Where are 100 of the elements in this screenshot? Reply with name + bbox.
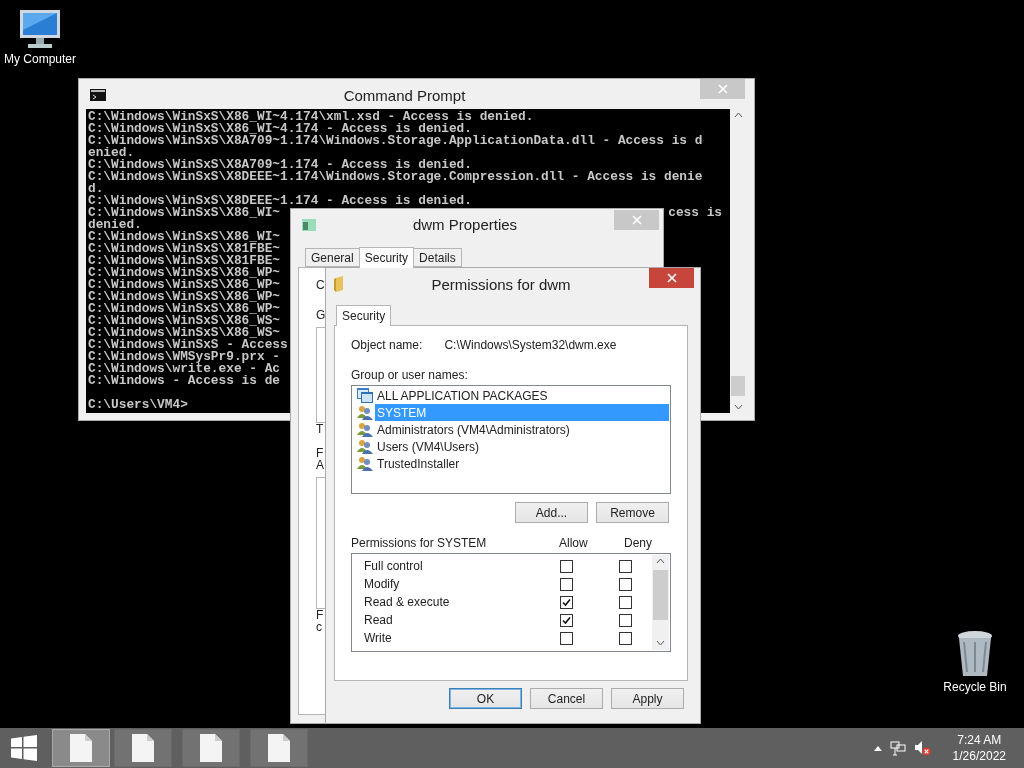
desktop-icon-label[interactable]: My Computer [4,52,76,66]
permission-name: Read [363,613,394,627]
console-line: C:\Windows\WinSxS\X81FBE~ [88,255,280,267]
window-title: Permissions for dwm [430,276,572,293]
network-icon [889,740,906,756]
console-line: C:\Windows\WinSxS\X86_WP~ [88,291,280,303]
users-icon [357,439,373,454]
volume-button[interactable] [913,740,931,756]
allow-checkbox[interactable] [560,577,573,591]
console-line: C:\Windows\write.exe - Ac [88,363,280,375]
deny-checkbox[interactable] [619,577,632,591]
console-line: C:\Windows\WinSxS - Access [88,339,288,351]
column-header: Allow [559,536,589,550]
console-icon [90,89,106,101]
console-line: d. [88,183,104,195]
deny-checkbox[interactable] [619,613,632,627]
close-icon [717,84,728,94]
console-prompt: C:\Users\VM4> [88,399,188,411]
label-text: C [316,279,325,291]
permission-name: Modify [363,577,401,591]
console-line: C:\Windows\WMSysPr9.prx - [88,351,280,363]
allow-checkbox[interactable] [560,631,573,645]
deny-checkbox[interactable] [619,595,632,609]
scroll-up-icon [733,112,743,118]
tab[interactable]: Security [358,247,415,268]
permission-name: Write [363,631,393,645]
scroll-up-icon [656,558,665,564]
package-icon [357,388,373,403]
group-list-item[interactable]: Administrators (VM4\Administrators) [375,421,572,438]
group-list-item[interactable]: TrustedInstaller [375,455,462,472]
document-icon [268,734,290,762]
allow-checkbox[interactable] [560,613,573,627]
permission-name: Read & execute [363,595,451,609]
console-line: C:\Windows - Access is de [88,375,280,387]
console-line: C:\Windows\WinSxS\X8A709~1.174\Windows.Storage.ApplicationData.dll - Access is d [88,135,703,147]
clock-time[interactable]: 7:24 AM [957,732,1002,748]
allow-checkbox[interactable] [560,595,573,609]
scrollbar-thumb[interactable] [653,570,668,620]
console-line: C:\Windows\WinSxS\X86_WP~ [88,303,280,315]
scrollbar-thumb[interactable] [731,376,745,396]
group-list-item[interactable]: ALL APPLICATION PACKAGES [375,387,550,404]
label-text: A [316,459,324,471]
console-line: C:\Windows\WinSxS\X86_WP~ [88,279,280,291]
dialog-button[interactable]: OK [449,688,522,709]
window-title: dwm Properties [411,216,519,233]
taskbar-button[interactable] [114,729,172,767]
tab[interactable]: General [305,248,360,267]
dialog-button[interactable]: Add... [515,502,588,523]
console-line: C:\Windows\WinSxS\X8A709~1.174 - Access is denied. [88,159,472,171]
users-icon [357,405,373,420]
dialog-button[interactable]: Remove [596,502,669,523]
label-text: T [316,423,324,435]
deny-checkbox[interactable] [619,559,632,573]
close-icon [666,273,677,283]
dialog-button[interactable]: Apply [611,688,684,709]
section-label: Permissions for SYSTEM [351,536,488,550]
label-text: c [316,621,322,633]
tab[interactable]: Details [413,248,462,267]
console-line: cess is [668,207,723,219]
console-line: C:\Windows\WinSxS\X86_WI~4.174 - Access is denied. [88,123,472,135]
console-line: C:\Windows\WinSxS\X86_WI~4.174\xml.xsd - Access is denied. [88,111,534,123]
taskbar-button[interactable] [52,729,110,767]
console-line: C:\Windows\WinSxS\X86_WI~ [88,231,280,243]
taskbar-button[interactable] [250,729,308,767]
console-line: denied. [88,219,142,231]
folder-icon [334,276,346,292]
console-line: C:\Windows\WinSxS\X81FBE~ [88,243,280,255]
tab[interactable]: Security [336,305,392,326]
column-header: Deny [624,536,652,550]
console-line: C:\Windows\WinSxS\X8DEEE~1.174 - Access is denied. [88,195,472,207]
scrollbar[interactable] [652,555,669,650]
object-name-text: C:\Windows\System32\dwm.exe [444,338,617,352]
desktop-icon-label[interactable]: Recycle Bin [943,680,1007,694]
scroll-down-icon [656,640,665,646]
console-line: C:\Windows\WinSxS\X8DEEE~1.174\Windows.Storage.Compression.dll - Access is denie [88,171,703,183]
allow-checkbox[interactable] [560,559,573,573]
field-label: Object name: [351,338,423,352]
network-button[interactable] [889,740,906,756]
window-icon [302,219,316,231]
dialog-button[interactable]: Cancel [530,688,603,709]
label-text: G [316,309,326,321]
label-text: F [316,609,324,621]
deny-checkbox[interactable] [619,631,632,645]
close-button[interactable] [649,268,694,288]
permission-name: Full control [363,559,424,573]
clock-date[interactable]: 1/26/2022 [952,748,1006,764]
muted-speaker-icon [913,740,931,756]
group-list-item[interactable]: Users (VM4\Users) [375,438,481,455]
users-icon [357,422,373,437]
console-line: C:\Windows\WinSxS\X86_WI~ [88,207,280,219]
caret-up-icon [873,745,882,751]
console-line: C:\Windows\WinSxS\X86_WS~ [88,327,280,339]
recycle-bin-icon [956,630,994,678]
window-title: Command Prompt [342,87,467,104]
scroll-down-icon [733,404,743,410]
taskbar-button[interactable] [182,729,240,767]
document-icon [70,734,92,762]
label-text: F [316,447,324,459]
show-hidden-icons-button[interactable] [873,745,882,751]
console-line: C:\Windows\WinSxS\X86_WS~ [88,315,280,327]
